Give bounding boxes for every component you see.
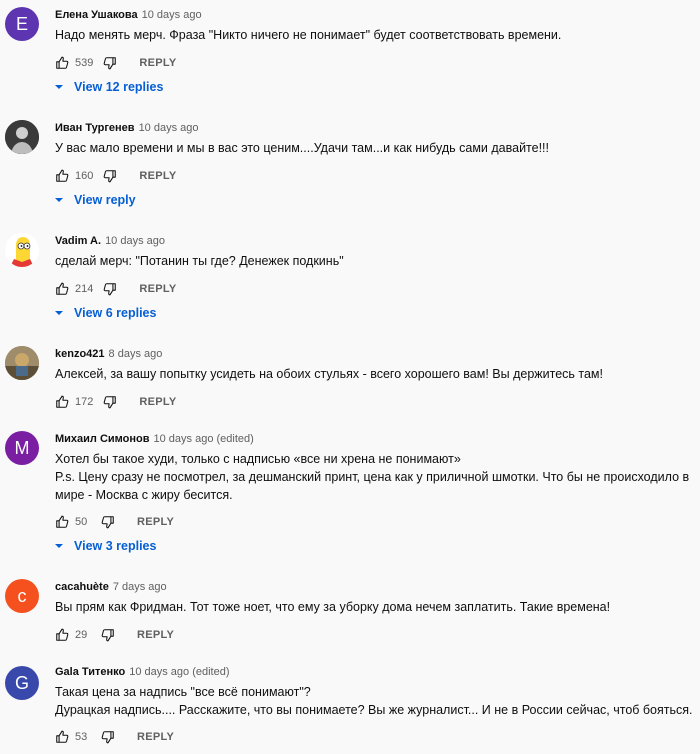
comment-time[interactable]: 10 days ago	[139, 122, 199, 134]
thumb-up-icon[interactable]	[55, 515, 69, 529]
comment-line: Надо менять мерч. Фраза "Никто ничего не…	[55, 28, 562, 42]
comment-actions: 172 REPLY	[55, 394, 177, 410]
thumb-down-icon[interactable]	[103, 395, 117, 409]
comment-time[interactable]: 7 days ago	[113, 581, 167, 593]
comment-header: Елена Ушакова 10 days ago	[55, 9, 202, 21]
like-count: 539	[75, 57, 94, 69]
reply-button[interactable]: REPLY	[137, 731, 174, 743]
comment-text: Надо менять мерч. Фраза "Никто ничего не…	[55, 26, 696, 44]
comment-header: Vadim A. 10 days ago	[55, 235, 165, 247]
comment-line: Алексей, за вашу попытку усидеть на обои…	[55, 367, 603, 381]
comment-line: Хотел бы такое худи, только с надписью «…	[55, 452, 461, 466]
comment-actions: 160 REPLY	[55, 168, 177, 184]
avatar[interactable]: M	[5, 431, 39, 465]
comment-line: Вы прям как Фридман. Тот тоже ноет, что …	[55, 600, 611, 614]
comment-text: Вы прям как Фридман. Тот тоже ноет, что …	[55, 598, 696, 616]
comment-text: Такая цена за надпись "все всё понимают"…	[55, 683, 696, 719]
thumb-down-icon[interactable]	[103, 56, 117, 70]
avatar-photo	[5, 346, 39, 380]
avatar-letter: E	[15, 13, 28, 34]
view-replies-label: View 12 replies	[74, 80, 164, 94]
reply-button[interactable]: REPLY	[137, 516, 174, 528]
comment-text: Алексей, за вашу попытку усидеть на обои…	[55, 365, 696, 383]
comment-text: Хотел бы такое худи, только с надписью «…	[55, 450, 696, 504]
comment-time[interactable]: 10 days ago	[105, 235, 165, 247]
avatar-letter: M	[14, 437, 30, 458]
comment-header: Gala Титенко 10 days ago (edited)	[55, 666, 230, 678]
comment-header: Иван Тургенев 10 days ago	[55, 122, 199, 134]
like-count: 172	[75, 396, 94, 408]
comment-actions: 50 REPLY	[55, 514, 174, 530]
comment-header: cacahuète 7 days ago	[55, 581, 167, 593]
thumb-down-icon[interactable]	[103, 282, 117, 296]
comment-text: У вас мало времени и мы в вас это ценим.…	[55, 139, 696, 157]
avatar-photo	[5, 120, 39, 154]
avatar[interactable]: G	[5, 666, 39, 700]
caret-down-icon	[53, 307, 65, 319]
reply-button[interactable]: REPLY	[139, 396, 176, 408]
reply-button[interactable]: REPLY	[137, 629, 174, 641]
avatar[interactable]: c	[5, 579, 39, 613]
reply-button[interactable]: REPLY	[139, 57, 176, 69]
reply-button[interactable]: REPLY	[139, 283, 176, 295]
like-count: 29	[75, 629, 88, 641]
author-name[interactable]: cacahuète	[55, 581, 109, 593]
view-replies-button[interactable]: View 6 replies	[53, 306, 156, 320]
avatar-letter: c	[17, 585, 27, 606]
view-replies-button[interactable]: View 3 replies	[53, 539, 156, 553]
view-replies-label: View 6 replies	[74, 306, 157, 320]
author-name[interactable]: Vadim A.	[55, 235, 101, 247]
author-name[interactable]: Gala Титенко	[55, 666, 125, 678]
thumb-down-icon[interactable]	[101, 515, 115, 529]
view-replies-label: View reply	[74, 193, 136, 207]
caret-down-icon	[53, 81, 65, 93]
view-replies-button[interactable]: View 12 replies	[53, 80, 163, 94]
avatar[interactable]: E	[5, 7, 39, 41]
avatar[interactable]	[5, 120, 39, 154]
comment-header: kenzo421 8 days ago	[55, 348, 162, 360]
comment-line: сделай мерч: "Потанин ты где? Денежек по…	[55, 254, 344, 268]
comment-time[interactable]: 10 days ago (edited)	[154, 433, 254, 445]
view-replies-label: View 3 replies	[74, 539, 157, 553]
comment-line: У вас мало времени и мы в вас это ценим.…	[55, 141, 550, 155]
thumb-up-icon[interactable]	[55, 56, 69, 70]
author-name[interactable]: Елена Ушакова	[55, 9, 138, 21]
like-count: 160	[75, 170, 94, 182]
comment-time[interactable]: 10 days ago	[142, 9, 202, 21]
comment-time[interactable]: 8 days ago	[109, 348, 163, 360]
avatar[interactable]	[5, 346, 39, 380]
thumb-down-icon[interactable]	[101, 730, 115, 744]
comment-header: Михаил Симонов 10 days ago (edited)	[55, 433, 254, 445]
thumb-up-icon[interactable]	[55, 628, 69, 642]
thumb-down-icon[interactable]	[101, 628, 115, 642]
comment-time[interactable]: 10 days ago (edited)	[129, 666, 229, 678]
thumb-down-icon[interactable]	[103, 169, 117, 183]
thumb-up-icon[interactable]	[55, 730, 69, 744]
like-count: 214	[75, 283, 94, 295]
caret-down-icon	[53, 194, 65, 206]
like-count: 53	[75, 731, 88, 743]
comment-actions: 53 REPLY	[55, 729, 174, 745]
comment-line: Такая цена за надпись "все всё понимают"…	[55, 685, 311, 699]
comment-actions: 29 REPLY	[55, 627, 174, 643]
author-name[interactable]: kenzo421	[55, 348, 105, 360]
author-name[interactable]: Иван Тургенев	[55, 122, 135, 134]
author-name[interactable]: Михаил Симонов	[55, 433, 150, 445]
avatar[interactable]	[5, 233, 39, 267]
comment-line: мире - Москва с жиру бесится.	[55, 488, 233, 502]
avatar-cartoon	[5, 233, 39, 267]
thumb-up-icon[interactable]	[55, 169, 69, 183]
like-count: 50	[75, 516, 88, 528]
reply-button[interactable]: REPLY	[139, 170, 176, 182]
thumb-up-icon[interactable]	[55, 282, 69, 296]
comment-text: сделай мерч: "Потанин ты где? Денежек по…	[55, 252, 696, 270]
thumb-up-icon[interactable]	[55, 395, 69, 409]
comment-actions: 539 REPLY	[55, 55, 177, 71]
comment-line: Дурацкая надпись.... Расскажите, что вы …	[55, 703, 693, 717]
comment-line: P.s. Цену сразу не посмотрел, за дешманс…	[55, 470, 690, 484]
comment-actions: 214 REPLY	[55, 281, 177, 297]
view-replies-button[interactable]: View reply	[53, 193, 136, 207]
caret-down-icon	[53, 540, 65, 552]
avatar-letter: G	[14, 672, 29, 693]
